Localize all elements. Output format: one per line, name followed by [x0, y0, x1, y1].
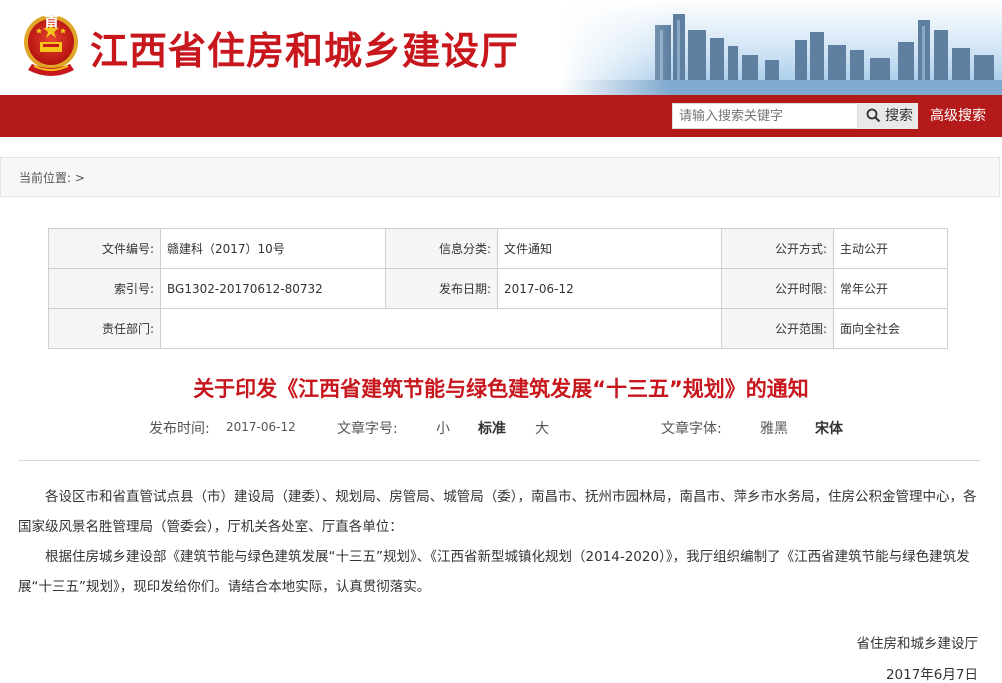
nav-item-public-participation[interactable]: 公众参与 — [431, 0, 491, 42]
search-button-label: 搜索 — [885, 108, 913, 124]
meta-value — [160, 308, 722, 349]
breadcrumb: 当前位置: > — [0, 157, 1000, 197]
article-sign-date: 2017年6月7日 — [885, 667, 978, 683]
breadcrumb-label: 当前位置: > — [19, 158, 85, 198]
meta-key: 索引号: — [48, 268, 161, 309]
breadcrumb-text: 当前位置: — [19, 171, 72, 185]
table-row: 责任部门: 公开范围: 面向全社会 — [48, 308, 948, 349]
document-meta-table: 文件编号: 赣建科（2017）10号 信息分类: 文件通知 公开方式: 主动公开… — [48, 228, 948, 349]
article-paragraph: 根据住房城乡建设部《建筑节能与绿色建筑发展“十三五”规划》、《江西省新型城镇化规… — [18, 549, 970, 595]
nav-item-home[interactable]: 首 页 — [44, 0, 89, 42]
meta-key: 文件编号: — [48, 228, 161, 269]
meta-value: 面向全社会 — [833, 308, 948, 349]
article-paragraph: 各设区市和省直管试点县（市）建设局（建委）、规划局、房管局、城管局（委），南昌市… — [18, 489, 977, 535]
meta-key: 责任部门: — [48, 308, 161, 349]
font-size-small-button[interactable]: 小 — [436, 418, 450, 438]
meta-key: 公开方式: — [721, 228, 834, 269]
table-row: 文件编号: 赣建科（2017）10号 信息分类: 文件通知 公开方式: 主动公开 — [48, 228, 948, 269]
nav-item-online-services[interactable]: 网上办事 — [298, 0, 358, 42]
publish-time-label: 发布时间: — [149, 421, 210, 437]
meta-value: 文件通知 — [497, 228, 722, 269]
search-icon — [866, 108, 881, 123]
meta-value: 主动公开 — [833, 228, 948, 269]
font-song-button[interactable]: 宋体 — [815, 418, 843, 438]
advanced-search-link[interactable]: 高级搜索 — [930, 95, 986, 137]
meta-key: 公开范围: — [721, 308, 834, 349]
meta-value: 赣建科（2017）10号 — [160, 228, 386, 269]
meta-key: 信息分类: — [385, 228, 498, 269]
meta-key: 发布日期: — [385, 268, 498, 309]
font-size-large-button[interactable]: 大 — [535, 418, 549, 438]
table-row: 索引号: BG1302-20170612-80732 发布日期: 2017-06… — [48, 268, 948, 309]
meta-value: 常年公开 — [833, 268, 948, 309]
divider — [18, 460, 980, 461]
font-yahei-button[interactable]: 雅黑 — [760, 418, 788, 438]
font-family-label: 文章字体: — [661, 421, 722, 437]
meta-key: 公开时限: — [721, 268, 834, 309]
article-signature: 省住房和城乡建设厅 — [856, 636, 979, 652]
city-skyline-banner — [560, 0, 1002, 95]
publish-date: 2017-06-12 — [226, 420, 296, 434]
article-body: 各设区市和省直管试点县（市）建设局（建委）、规划局、房管局、城管局（委），南昌市… — [18, 482, 980, 602]
site-header: 江西省住房和城乡建设厅 — [0, 0, 1002, 95]
font-size-normal-button[interactable]: 标准 — [478, 418, 506, 438]
font-size-label: 文章字号: — [337, 421, 398, 437]
nav-item-info-disclosure[interactable]: 信息公开 — [166, 0, 226, 42]
meta-value: BG1302-20170612-80732 — [160, 268, 386, 309]
search-button[interactable]: 搜索 — [858, 103, 918, 129]
meta-value: 2017-06-12 — [497, 268, 722, 309]
breadcrumb-separator: > — [74, 171, 85, 185]
search-input[interactable] — [672, 103, 858, 129]
article-title: 关于印发《江西省建筑节能与绿色建筑发展“十三五”规划》的通知 — [193, 377, 809, 401]
